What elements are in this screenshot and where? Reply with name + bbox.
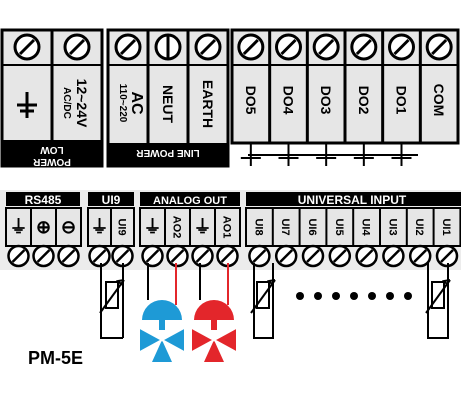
relay-output-block: DO5 DO4 DO3 DO2 DO1 COM bbox=[230, 28, 460, 166]
relay-label-com: COM bbox=[431, 84, 447, 117]
screw-terminal-icon[interactable] bbox=[166, 244, 189, 268]
relay-label-do4: DO4 bbox=[281, 86, 297, 115]
low-power-block: 12~24V AC/DC LOW POWER bbox=[0, 28, 104, 168]
screw-terminal-icon[interactable] bbox=[382, 244, 405, 268]
screw-terminal-icon[interactable] bbox=[328, 244, 352, 268]
ac-voltage-label: 110~220 bbox=[117, 84, 128, 123]
terminal-label: ⊖ bbox=[61, 217, 76, 237]
screw-terminal-icon[interactable] bbox=[57, 244, 80, 268]
rs485-terminals: ⏚ ⊕ ⊖ bbox=[5, 207, 82, 268]
analog-out-label: ANALOG OUT bbox=[153, 195, 227, 207]
line-power-block: AC 110~220 NEUT EARTH LINE POWER bbox=[106, 28, 230, 168]
screw-terminal-icon[interactable] bbox=[194, 33, 222, 61]
terminal-label: ⏚ bbox=[10, 217, 28, 237]
screw-terminal-icon[interactable] bbox=[301, 244, 325, 268]
continuation-dots bbox=[296, 292, 412, 300]
terminal-label: UI9 bbox=[116, 218, 128, 235]
screw-terminal-icon[interactable] bbox=[312, 33, 340, 61]
terminal-label: UI1 bbox=[440, 218, 452, 235]
terminal-label: UI7 bbox=[279, 218, 291, 235]
screw-terminal-icon[interactable] bbox=[141, 244, 164, 268]
wiring-diagram: 12~24V AC/DC LOW POWER AC 110~220 NEUT E… bbox=[0, 0, 461, 400]
terminal-label: ⏚ bbox=[194, 217, 212, 237]
rs485-label: RS485 bbox=[25, 193, 62, 207]
screw-terminal-icon[interactable] bbox=[7, 244, 30, 268]
analog-out-group: ANALOG OUT bbox=[140, 192, 240, 207]
terminal-label: UI6 bbox=[306, 218, 318, 235]
terminal-label: UI3 bbox=[386, 218, 398, 235]
ui9-label: UI9 bbox=[102, 193, 121, 207]
low-power-label-line2: POWER bbox=[32, 156, 71, 167]
terminal-label: ⏚ bbox=[91, 217, 109, 237]
screw-terminal-icon[interactable] bbox=[248, 244, 271, 268]
line-power-label: LINE POWER bbox=[136, 147, 200, 158]
ac-label: AC bbox=[128, 91, 145, 115]
wiring bbox=[100, 263, 449, 339]
earth-label: EARTH bbox=[200, 80, 216, 128]
screw-terminal-icon[interactable] bbox=[274, 244, 298, 268]
terminal-label: UI4 bbox=[360, 218, 372, 236]
screw-terminal-icon[interactable] bbox=[114, 33, 142, 61]
rs485-group: RS485 bbox=[6, 192, 80, 207]
screw-terminal-icon[interactable] bbox=[13, 33, 41, 61]
screw-terminal-icon[interactable] bbox=[350, 33, 378, 61]
relay-label-do1: DO1 bbox=[394, 86, 410, 115]
terminal-label: AO1 bbox=[221, 216, 233, 239]
neutral-label: NEUT bbox=[160, 85, 176, 124]
screw-terminal-icon[interactable] bbox=[32, 244, 55, 268]
model-label: PM-5E bbox=[28, 348, 83, 368]
screw-terminal-icon[interactable] bbox=[154, 33, 182, 61]
relay-label-do2: DO2 bbox=[356, 86, 372, 115]
universal-input-group: UNIVERSAL INPUT bbox=[246, 192, 461, 207]
hot-valve-icon bbox=[191, 300, 237, 362]
thermistor-icon bbox=[99, 279, 125, 314]
screw-terminal-icon[interactable] bbox=[388, 33, 415, 61]
low-power-acdc-label: AC/DC bbox=[61, 87, 72, 119]
cold-valve-icon bbox=[139, 300, 185, 362]
terminal-block-diagram: 12~24V AC/DC LOW POWER AC 110~220 NEUT E… bbox=[0, 28, 461, 368]
ui9-group: UI9 bbox=[88, 192, 134, 207]
low-power-voltage-label: 12~24V bbox=[74, 79, 90, 128]
screw-terminal-icon[interactable] bbox=[425, 33, 453, 61]
terminal-label: AO2 bbox=[171, 216, 183, 239]
relay-label-do3: DO3 bbox=[318, 86, 334, 115]
screw-terminal-icon[interactable] bbox=[355, 244, 378, 268]
screw-terminal-icon[interactable] bbox=[88, 244, 111, 268]
screw-terminal-icon[interactable] bbox=[275, 33, 302, 61]
relay-label-do5: DO5 bbox=[243, 86, 259, 115]
terminal-label: UI2 bbox=[413, 218, 425, 235]
terminal-label: UI5 bbox=[333, 218, 345, 235]
screw-terminal-icon[interactable] bbox=[63, 33, 91, 61]
terminal-label: ⏚ bbox=[144, 217, 162, 237]
thermistor-icon bbox=[425, 279, 451, 314]
low-power-label-line1: LOW bbox=[40, 144, 64, 155]
universal-input-label: UNIVERSAL INPUT bbox=[298, 193, 407, 207]
screw-terminal-icon[interactable] bbox=[191, 244, 214, 268]
terminal-label: ⊕ bbox=[36, 217, 51, 237]
terminal-label: UI8 bbox=[252, 218, 264, 235]
screw-terminal-icon[interactable] bbox=[237, 33, 265, 61]
